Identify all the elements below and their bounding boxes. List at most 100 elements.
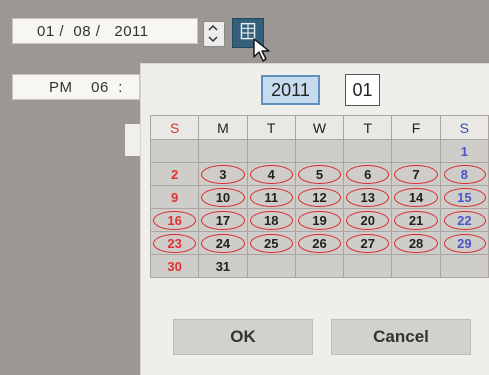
calendar-day-number: 20	[360, 212, 375, 228]
weekday-header-fri: F	[391, 115, 441, 140]
calendar-day-cell[interactable]: 6	[343, 162, 393, 186]
calendar-day-cell[interactable]: 28	[391, 231, 441, 255]
calendar-day-cell[interactable]: 24	[198, 231, 248, 255]
obscured-control	[125, 124, 141, 156]
calendar-day-cell[interactable]: 22	[439, 208, 489, 232]
calendar-empty-cell	[149, 139, 200, 163]
calendar-day-cell[interactable]: 13	[343, 185, 393, 209]
calendar-day-cell[interactable]: 18	[246, 208, 296, 232]
calendar-day-number: 14	[408, 189, 424, 205]
calendar-day-number: 26	[312, 235, 327, 251]
calendar-empty-cell	[246, 254, 296, 278]
calendar-day-cell[interactable]: 15	[439, 185, 489, 209]
screen: 01 / 08 / 2011 PM 06 : 2011 01 S M T W T…	[0, 0, 489, 375]
calendar-day-cell[interactable]: 8	[439, 162, 489, 186]
calendar-day-number: 9	[171, 189, 179, 205]
weekday-header-row: S M T W T F S	[149, 115, 489, 140]
calendar-day-cell[interactable]: 5	[294, 162, 345, 186]
calendar-day-number: 12	[312, 189, 327, 205]
calendar-week-row: 9 10 11 12 13 14 15	[149, 185, 489, 209]
calendar-empty-cell	[198, 139, 248, 163]
calendar-day-cell[interactable]: 9	[149, 185, 200, 209]
calendar-day-cell[interactable]: 31	[198, 254, 248, 278]
calendar-day-number: 24	[215, 235, 231, 251]
calendar-day-cell[interactable]: 7	[391, 162, 441, 186]
calendar-empty-cell	[439, 254, 489, 278]
weekday-header-sun: S	[149, 115, 200, 140]
calendar-day-number: 15	[457, 189, 472, 205]
calendar-day-cell[interactable]: 23	[149, 231, 200, 255]
calendar-day-number: 3	[219, 166, 227, 182]
calendar-day-number: 19	[312, 212, 327, 228]
calendar-grid: S M T W T F S 1 2 3 4 5 6 7 8 9 10 11 12 13 14 15 16 17 1…	[149, 115, 489, 278]
calendar-day-cell[interactable]: 26	[294, 231, 345, 255]
calendar-day-cell[interactable]: 25	[246, 231, 296, 255]
date-input[interactable]: 01 / 08 / 2011	[12, 18, 198, 44]
cancel-button[interactable]: Cancel	[331, 319, 471, 355]
calendar-empty-cell	[343, 254, 393, 278]
calendar-day-cell[interactable]: 30	[149, 254, 200, 278]
calendar-day-cell[interactable]: 3	[198, 162, 248, 186]
calendar-day-cell[interactable]: 19	[294, 208, 345, 232]
calendar-day-cell[interactable]: 2	[149, 162, 200, 186]
calendar-days: 1 2 3 4 5 6 7 8 9 10 11 12 13 14 15 16 17 18 19 20 21 22 23 24 2…	[149, 139, 489, 278]
calendar-day-number: 17	[215, 212, 231, 228]
calendar-day-number: 13	[360, 189, 375, 205]
calendar-day-cell[interactable]: 29	[439, 231, 489, 255]
weekday-header-mon: M	[198, 115, 248, 140]
calendar-day-number: 2	[171, 166, 179, 182]
month-field[interactable]: 01	[345, 74, 380, 106]
calendar-day-cell[interactable]: 12	[294, 185, 345, 209]
calendar-day-number: 1	[460, 143, 468, 159]
calendar-day-cell[interactable]: 11	[246, 185, 296, 209]
weekday-header-wed: W	[294, 115, 345, 140]
ok-button[interactable]: OK	[173, 319, 313, 355]
calendar-week-row: 1	[149, 139, 489, 163]
calendar-day-number: 23	[167, 235, 182, 251]
calendar-day-number: 10	[215, 189, 231, 205]
calendar-day-cell[interactable]: 20	[343, 208, 393, 232]
weekday-header-sat: S	[439, 115, 489, 140]
calendar-day-number: 25	[263, 235, 279, 251]
weekday-header-thu: T	[343, 115, 393, 140]
calendar-week-row: 16 17 18 19 20 21 22	[149, 208, 489, 232]
mouse-pointer-icon	[253, 38, 270, 62]
calendar-day-number: 11	[264, 189, 279, 205]
spin-down-icon[interactable]	[208, 34, 218, 44]
time-input[interactable]: PM 06 :	[12, 74, 140, 100]
calendar-day-cell[interactable]: 4	[246, 162, 296, 186]
calendar-day-cell[interactable]: 16	[149, 208, 200, 232]
calendar-day-number: 30	[167, 258, 182, 274]
calendar-day-number: 21	[408, 212, 424, 228]
calendar-empty-cell	[391, 139, 441, 163]
calendar-day-cell[interactable]: 27	[343, 231, 393, 255]
calendar-empty-cell	[294, 139, 345, 163]
calendar-empty-cell	[246, 139, 296, 163]
date-spinner[interactable]	[203, 21, 225, 47]
time-value: PM 06 :	[49, 79, 123, 96]
calendar-day-number: 4	[267, 166, 275, 182]
calendar-day-cell[interactable]: 10	[198, 185, 248, 209]
year-field[interactable]: 2011	[261, 75, 320, 105]
calendar-popup: 2011 01 S M T W T F S 1 2 3 4 5 6 7 8 9 10 11 12 13 1…	[140, 63, 489, 375]
calendar-day-number: 8	[460, 166, 468, 182]
calendar-week-row: 23 24 25 26 27 28 29	[149, 231, 489, 255]
calendar-day-number: 22	[457, 212, 472, 228]
calendar-day-cell[interactable]: 17	[198, 208, 248, 232]
calendar-day-number: 29	[457, 235, 472, 251]
date-value: 01 / 08 / 2011	[37, 23, 149, 40]
calendar-day-cell[interactable]: 14	[391, 185, 441, 209]
calendar-day-number: 5	[315, 166, 324, 182]
weekday-header-tue: T	[246, 115, 296, 140]
calendar-empty-cell	[343, 139, 393, 163]
calendar-empty-cell	[294, 254, 345, 278]
calendar-day-number: 28	[408, 235, 424, 251]
calendar-week-row: 2 3 4 5 6 7 8	[149, 162, 489, 186]
spin-up-icon[interactable]	[208, 23, 218, 33]
calendar-day-number: 18	[263, 212, 279, 228]
calendar-day-number: 16	[167, 212, 182, 228]
calendar-day-number: 27	[360, 235, 375, 251]
calendar-day-cell[interactable]: 21	[391, 208, 441, 232]
calendar-day-cell[interactable]: 1	[439, 139, 489, 163]
calendar-empty-cell	[391, 254, 441, 278]
